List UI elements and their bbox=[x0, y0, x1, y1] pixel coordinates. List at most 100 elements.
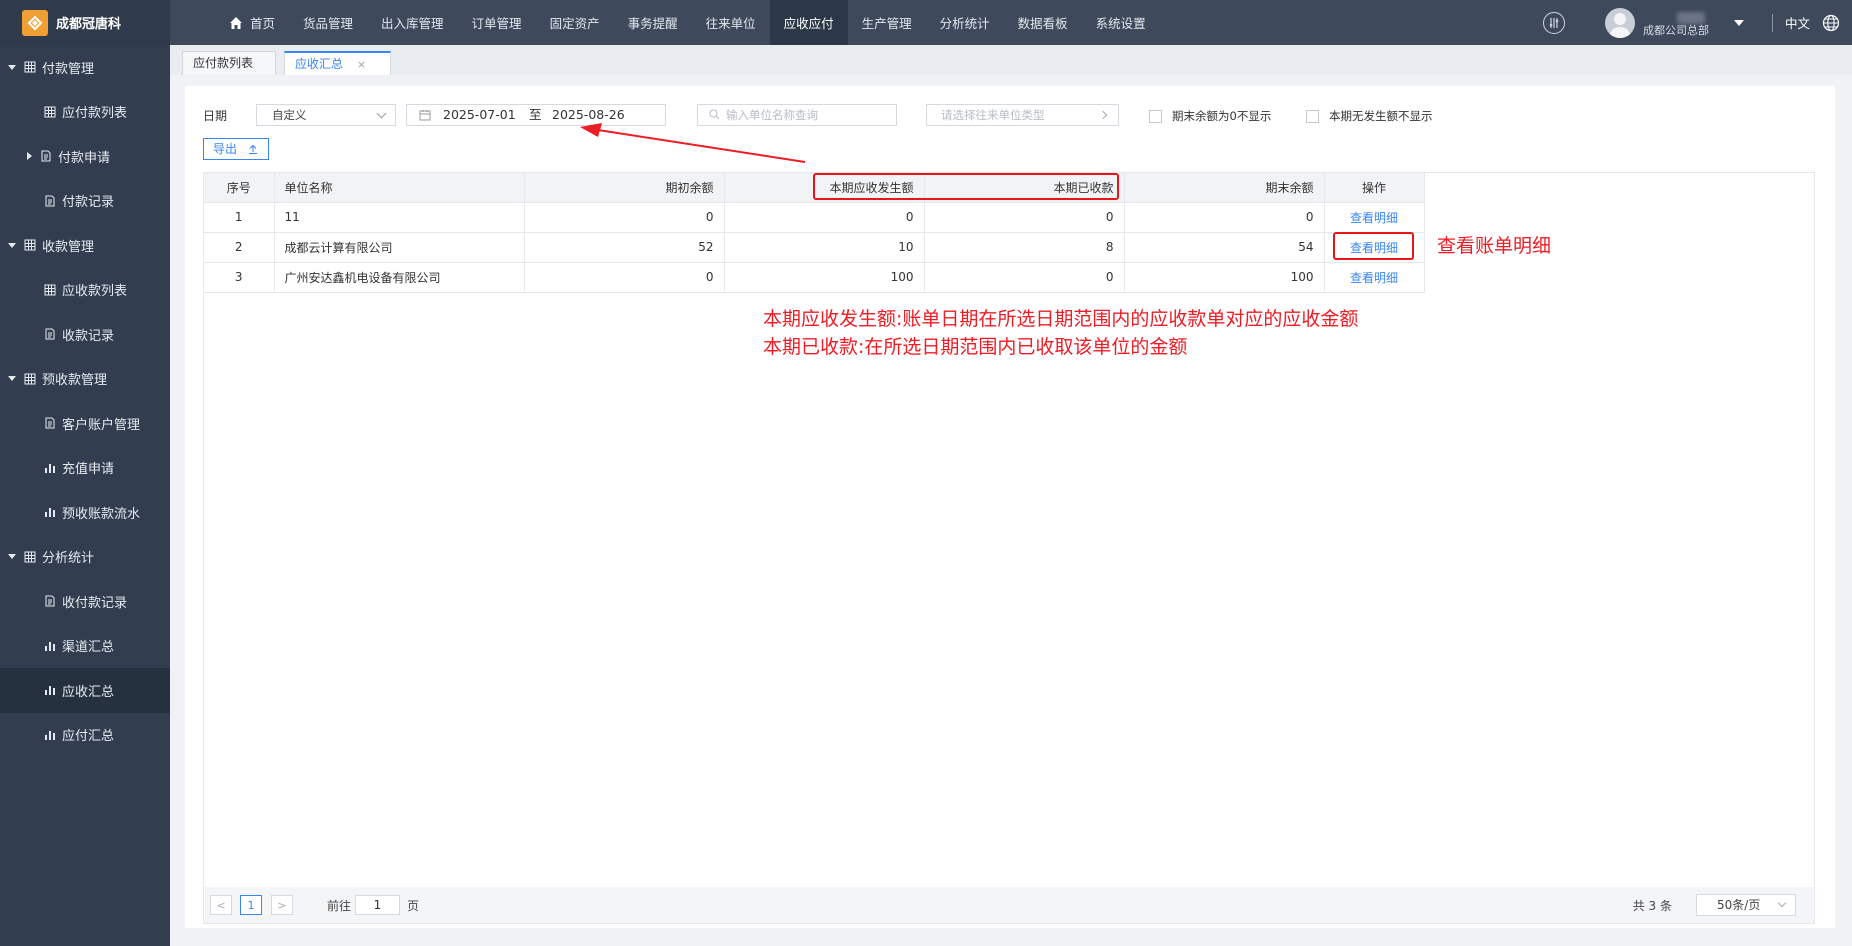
user-company: 成都公司总部 bbox=[1642, 23, 1709, 37]
sidebar-item-payment-records[interactable]: 付款记录 bbox=[0, 179, 170, 224]
language-switch[interactable]: 中文 bbox=[1785, 13, 1810, 32]
sidebar-group-payment[interactable]: 付款管理 bbox=[0, 45, 170, 90]
cell-opening: 52 bbox=[524, 232, 725, 263]
tab-receivable-summary[interactable]: 应收汇总 × bbox=[284, 51, 391, 75]
nav-fixed-assets[interactable]: 固定资产 bbox=[536, 0, 614, 45]
document-icon bbox=[45, 328, 55, 340]
goto-label: 前往 bbox=[327, 899, 352, 913]
nav-settings[interactable]: 系统设置 bbox=[1082, 0, 1160, 45]
bar-chart-icon bbox=[45, 686, 55, 696]
checkbox-hide-no-activity[interactable]: 本期无发生额不显示 bbox=[1306, 108, 1433, 124]
expand-icon bbox=[8, 242, 16, 248]
view-detail-link[interactable]: 查看明细 bbox=[1350, 271, 1398, 285]
user-dropdown-icon[interactable] bbox=[1733, 19, 1744, 26]
cell-receivable: 100 bbox=[724, 262, 925, 293]
sidebar-item-channel-summary[interactable]: 渠道汇总 bbox=[0, 624, 170, 669]
sidebar-item-payment-request[interactable]: 付款申请 bbox=[0, 134, 170, 179]
table-row: 3 广州安达鑫机电设备有限公司 0 100 0 100 查看明细 bbox=[204, 262, 1425, 293]
header-index: 序号 bbox=[204, 173, 275, 203]
checkbox[interactable] bbox=[1306, 109, 1319, 123]
nav-stock-io[interactable]: 出入库管理 bbox=[367, 0, 458, 45]
sidebar-item-recharge-request[interactable]: 充值申请 bbox=[0, 446, 170, 491]
nav-orders[interactable]: 订单管理 bbox=[458, 0, 536, 45]
summary-table-container: 序号 单位名称 期初余额 本期应收发生额 本期已收款 期末余额 操作 1 11 … bbox=[203, 172, 1815, 924]
sidebar-item-prepayment-flow[interactable]: 预收账款流水 bbox=[0, 490, 170, 535]
prev-page-button[interactable]: < bbox=[210, 895, 232, 915]
calendar-icon bbox=[419, 110, 431, 121]
avatar[interactable] bbox=[1604, 7, 1635, 38]
collapsed-icon bbox=[27, 152, 32, 161]
cell-receivable: 10 bbox=[724, 232, 925, 263]
expand-icon bbox=[8, 376, 16, 382]
sidebar-group-analytics[interactable]: 分析统计 bbox=[0, 535, 170, 580]
checkbox[interactable] bbox=[1149, 109, 1162, 123]
page-unit-label: 页 bbox=[407, 899, 420, 913]
nav-analytics[interactable]: 分析统计 bbox=[926, 0, 1004, 45]
globe-icon[interactable] bbox=[1822, 14, 1840, 32]
total-count: 共 3 条 bbox=[1632, 899, 1672, 913]
sidebar-item-collection-records[interactable]: 收款记录 bbox=[0, 312, 170, 357]
chevron-down-icon bbox=[376, 108, 387, 119]
nav-production[interactable]: 生产管理 bbox=[848, 0, 926, 45]
user-info[interactable]: 成都公司总部 bbox=[1643, 6, 1728, 40]
grid-icon bbox=[24, 61, 36, 73]
bar-chart-icon bbox=[45, 641, 55, 651]
sidebar-group-collection[interactable]: 收款管理 bbox=[0, 223, 170, 268]
nav-dashboard[interactable]: 数据看板 bbox=[1004, 0, 1082, 45]
annotation-arrow bbox=[580, 123, 806, 163]
cell-opening: 0 bbox=[524, 202, 725, 233]
unit-type-select[interactable]: 请选择往来单位类型 bbox=[926, 104, 1119, 126]
top-right-area: 成都公司总部 中文 bbox=[1542, 0, 1852, 45]
page-1-button[interactable]: 1 bbox=[240, 895, 262, 915]
bar-chart-icon bbox=[45, 508, 55, 518]
sidebar-item-payment-collection-records[interactable]: 收付款记录 bbox=[0, 579, 170, 624]
search-icon bbox=[709, 109, 720, 120]
sidebar-item-customer-accounts[interactable]: 客户账户管理 bbox=[0, 401, 170, 446]
goto-page-input[interactable]: 1 bbox=[355, 895, 400, 915]
tab-payable-list[interactable]: 应付款列表 bbox=[182, 51, 276, 75]
grid-icon bbox=[44, 106, 56, 118]
cell-index: 1 bbox=[204, 202, 275, 233]
divider bbox=[1771, 13, 1773, 32]
nav-reminders[interactable]: 事务提醒 bbox=[614, 0, 692, 45]
next-page-button[interactable]: > bbox=[271, 895, 293, 915]
main-panel: 日期 自定义 2025-07-01 至 2025-08-26 输入单位名称查询 … bbox=[185, 86, 1835, 928]
header-unit-name: 单位名称 bbox=[274, 173, 525, 203]
export-button[interactable]: 导出 bbox=[203, 138, 269, 160]
grid-icon bbox=[24, 551, 36, 563]
date-separator: 至 bbox=[529, 107, 542, 122]
grid-icon bbox=[44, 284, 56, 296]
sidebar-item-payable-summary[interactable]: 应付汇总 bbox=[0, 713, 170, 758]
cell-closing: 0 bbox=[1124, 202, 1325, 233]
date-start[interactable]: 2025-07-01 bbox=[443, 105, 516, 125]
date-mode-select[interactable]: 自定义 bbox=[256, 104, 396, 126]
sidebar-item-receivable-summary[interactable]: 应收汇总 bbox=[0, 668, 170, 713]
sidebar-item-payable-list[interactable]: 应付款列表 bbox=[0, 90, 170, 135]
tuning-icon[interactable] bbox=[1542, 11, 1565, 34]
brand[interactable]: 成都冠唐科 bbox=[0, 0, 170, 45]
checkbox-hide-zero-balance[interactable]: 期末余额为0不显示 bbox=[1149, 108, 1271, 124]
table-row: 2 成都云计算有限公司 52 10 8 54 查看明细 bbox=[204, 232, 1425, 263]
page-size-select[interactable]: 50条/页 bbox=[1696, 894, 1796, 916]
brand-name: 成都冠唐科 bbox=[56, 17, 122, 32]
close-icon[interactable]: × bbox=[357, 58, 366, 71]
sidebar-group-prepayment[interactable]: 预收款管理 bbox=[0, 357, 170, 402]
sidebar-item-receivable-list[interactable]: 应收款列表 bbox=[0, 268, 170, 313]
annotation-line-1: 本期应收发生额:账单日期在所选日期范围内的应收款单对应的应收金额 bbox=[763, 308, 1359, 330]
nav-home[interactable]: 首页 bbox=[214, 0, 289, 45]
header-opening-balance: 期初余额 bbox=[524, 173, 725, 203]
cell-index: 3 bbox=[204, 262, 275, 293]
document-icon bbox=[45, 195, 55, 207]
cell-received: 0 bbox=[924, 202, 1125, 233]
sidebar: 付款管理 应付款列表 付款申请 付款记录 收款管理 应收款列表 收款记录 预收款… bbox=[0, 45, 170, 946]
expand-icon bbox=[8, 554, 16, 560]
page-tabs: 应付款列表 应收汇总 × bbox=[170, 45, 1852, 75]
table-row: 1 11 0 0 0 0 查看明细 bbox=[204, 202, 1425, 233]
nav-receivable-payable[interactable]: 应收应付 bbox=[769, 0, 848, 45]
nav-partners[interactable]: 往来单位 bbox=[692, 0, 770, 45]
nav-goods[interactable]: 货品管理 bbox=[289, 0, 367, 45]
cell-receivable: 0 bbox=[724, 202, 925, 233]
header-actions: 操作 bbox=[1324, 173, 1425, 203]
bar-chart-icon bbox=[45, 730, 55, 740]
view-detail-link[interactable]: 查看明细 bbox=[1350, 211, 1398, 225]
